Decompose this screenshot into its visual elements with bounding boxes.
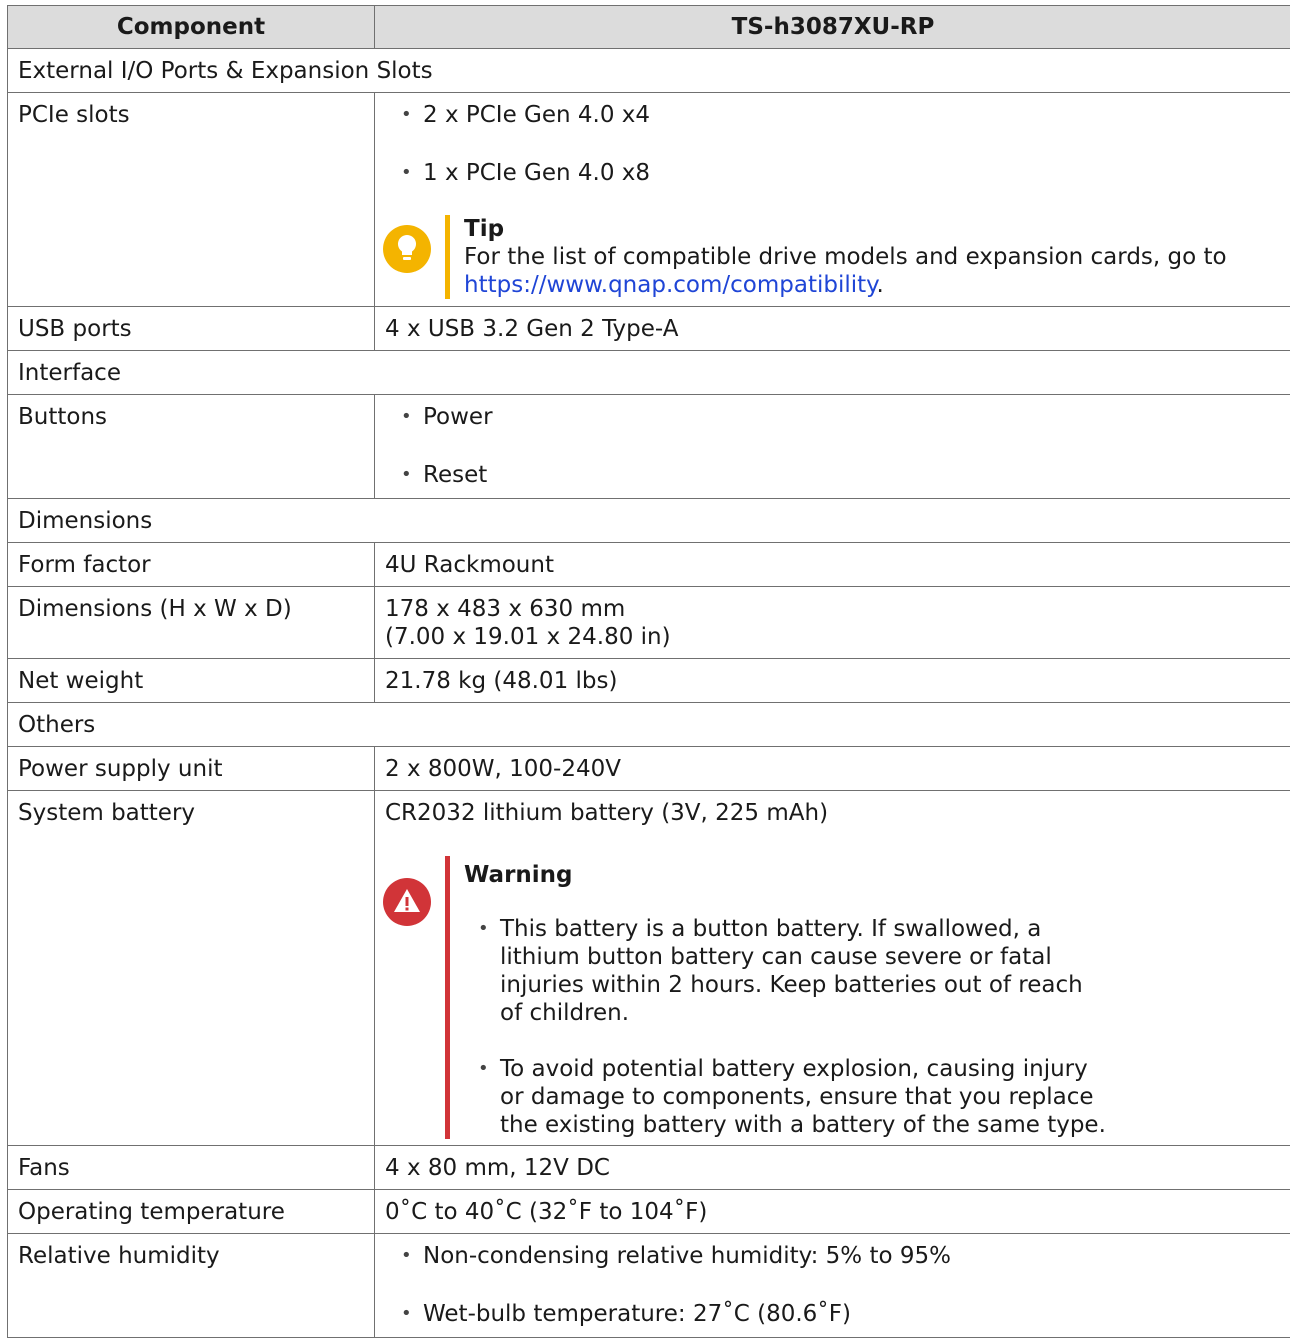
row-buttons: Buttons Power Reset	[7, 394, 1290, 499]
battery-label: System battery	[7, 790, 375, 1146]
header-component: Component	[7, 5, 375, 49]
psu-value: 2 x 800W, 100-240V	[374, 746, 1290, 791]
warning-note: Warning This battery is a button battery…	[375, 856, 1290, 1139]
list-item: 2 x PCIe Gen 4.0 x4	[375, 101, 1290, 129]
row-form-factor: Form factor 4U Rackmount	[7, 542, 1290, 587]
pcie-value: 2 x PCIe Gen 4.0 x4 1 x PCIe Gen 4.0 x8 …	[374, 92, 1290, 307]
list-item: This battery is a button battery. If swa…	[452, 915, 1112, 1027]
lightbulb-icon	[383, 225, 431, 273]
pcie-list: 2 x PCIe Gen 4.0 x4 1 x PCIe Gen 4.0 x8	[375, 101, 1290, 187]
section-dimensions: Dimensions	[7, 498, 1290, 543]
buttons-value: Power Reset	[374, 394, 1290, 499]
list-item: Non-condensing relative humidity: 5% to …	[375, 1242, 1290, 1270]
list-item: Reset	[375, 461, 1290, 489]
table-header-row: Component TS-h3087XU-RP	[7, 5, 1290, 49]
weight-label: Net weight	[7, 658, 375, 703]
section-row-dimensions: Dimensions	[7, 498, 1290, 543]
section-external: External I/O Ports & Expansion Slots	[7, 48, 1290, 93]
row-humidity: Relative humidity Non-condensing relativ…	[7, 1233, 1290, 1338]
pcie-label: PCIe slots	[7, 92, 375, 307]
spec-table: Component TS-h3087XU-RP External I/O Por…	[7, 5, 1290, 1338]
list-item: 1 x PCIe Gen 4.0 x8	[375, 159, 1290, 187]
usb-label: USB ports	[7, 306, 375, 351]
usb-value: 4 x USB 3.2 Gen 2 Type-A	[374, 306, 1290, 351]
weight-value: 21.78 kg (48.01 lbs)	[374, 658, 1290, 703]
row-pcie: PCIe slots 2 x PCIe Gen 4.0 x4 1 x PCIe …	[7, 92, 1290, 307]
list-item: To avoid potential battery explosion, ca…	[452, 1055, 1112, 1139]
compatibility-link[interactable]: https://www.qnap.com/compatibility	[464, 272, 876, 298]
section-row-external: External I/O Ports & Expansion Slots	[7, 48, 1290, 93]
tip-text: For the list of compatible drive models …	[464, 244, 1227, 298]
row-temp: Operating temperature 0˚C to 40˚C (32˚F …	[7, 1189, 1290, 1234]
fans-label: Fans	[7, 1145, 375, 1190]
fans-value: 4 x 80 mm, 12V DC	[374, 1145, 1290, 1190]
row-weight: Net weight 21.78 kg (48.01 lbs)	[7, 658, 1290, 703]
section-row-others: Others	[7, 702, 1290, 747]
row-usb: USB ports 4 x USB 3.2 Gen 2 Type-A	[7, 306, 1290, 351]
buttons-label: Buttons	[7, 394, 375, 499]
battery-value: CR2032 lithium battery (3V, 225 mAh) War…	[374, 790, 1290, 1146]
dims-label: Dimensions (H x W x D)	[7, 586, 375, 659]
tip-note: Tip For the list of compatible drive mod…	[375, 215, 1290, 299]
warning-title: Warning	[464, 862, 573, 888]
list-item: Wet-bulb temperature: 27˚C (80.6˚F)	[375, 1300, 1290, 1328]
form-factor-label: Form factor	[7, 542, 375, 587]
row-psu: Power supply unit 2 x 800W, 100-240V	[7, 746, 1290, 791]
row-fans: Fans 4 x 80 mm, 12V DC	[7, 1145, 1290, 1190]
list-item: Power	[375, 403, 1290, 431]
dims-value: 178 x 483 x 630 mm (7.00 x 19.01 x 24.80…	[374, 586, 1290, 659]
warning-triangle-icon	[383, 878, 431, 926]
temp-label: Operating temperature	[7, 1189, 375, 1234]
temp-value: 0˚C to 40˚C (32˚F to 104˚F)	[374, 1189, 1290, 1234]
psu-label: Power supply unit	[7, 746, 375, 791]
section-others: Others	[7, 702, 1290, 747]
tip-title: Tip	[464, 216, 505, 242]
section-interface: Interface	[7, 350, 1290, 395]
row-battery: System battery CR2032 lithium battery (3…	[7, 790, 1290, 1146]
humidity-label: Relative humidity	[7, 1233, 375, 1338]
humidity-value: Non-condensing relative humidity: 5% to …	[374, 1233, 1290, 1338]
form-factor-value: 4U Rackmount	[374, 542, 1290, 587]
row-dims: Dimensions (H x W x D) 178 x 483 x 630 m…	[7, 586, 1290, 659]
header-model: TS-h3087XU-RP	[374, 5, 1290, 49]
section-row-interface: Interface	[7, 350, 1290, 395]
